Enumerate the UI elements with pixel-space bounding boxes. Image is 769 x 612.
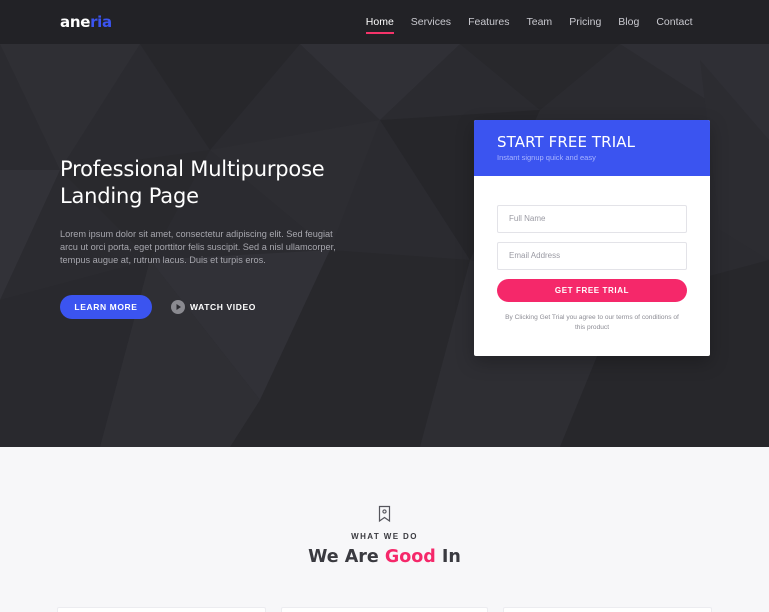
nav-item-features[interactable]: Features <box>460 0 518 44</box>
watch-video-button[interactable]: WATCH VIDEO <box>171 300 256 314</box>
get-free-trial-button[interactable]: GET FREE TRIAL <box>497 279 687 302</box>
hero-section: aneria Home Services Features Team Prici… <box>0 0 769 447</box>
service-card <box>57 607 266 612</box>
watch-video-label: WATCH VIDEO <box>190 302 256 312</box>
nav-item-services[interactable]: Services <box>402 0 459 44</box>
learn-more-button[interactable]: LEARN MORE <box>60 295 152 319</box>
section-title: We Are Good In <box>308 547 461 567</box>
hero-description: Lorem ipsum dolor sit amet, consectetur … <box>60 229 336 266</box>
form-header: START FREE TRIAL Instant signup quick an… <box>474 120 710 176</box>
nav-item-contact[interactable]: Contact <box>648 0 701 44</box>
form-title: START FREE TRIAL <box>497 133 636 151</box>
email-field[interactable]: Email Address <box>497 242 687 270</box>
free-trial-form: START FREE TRIAL Instant signup quick an… <box>474 120 710 356</box>
form-subtitle: Instant signup quick and easy <box>497 153 596 162</box>
services-section <box>0 447 769 612</box>
main-nav: Home Services Features Team Pricing Blog… <box>357 0 701 44</box>
service-card <box>281 607 488 612</box>
nav-item-home[interactable]: Home <box>357 0 402 44</box>
terms-note: By Clicking Get Trial you agree to our t… <box>505 314 679 331</box>
nav-item-pricing[interactable]: Pricing <box>561 0 610 44</box>
service-card <box>503 607 712 612</box>
hero-title: Professional Multipurpose Landing Page <box>60 157 325 208</box>
full-name-field[interactable]: Full Name <box>497 205 687 233</box>
nav-item-team[interactable]: Team <box>518 0 561 44</box>
top-navbar: aneria Home Services Features Team Prici… <box>0 0 769 44</box>
bookmark-icon <box>378 505 391 523</box>
section-eyebrow: WHAT WE DO <box>351 532 418 541</box>
play-icon <box>171 300 185 314</box>
nav-item-blog[interactable]: Blog <box>610 0 648 44</box>
brand-logo[interactable]: aneria <box>60 13 112 31</box>
